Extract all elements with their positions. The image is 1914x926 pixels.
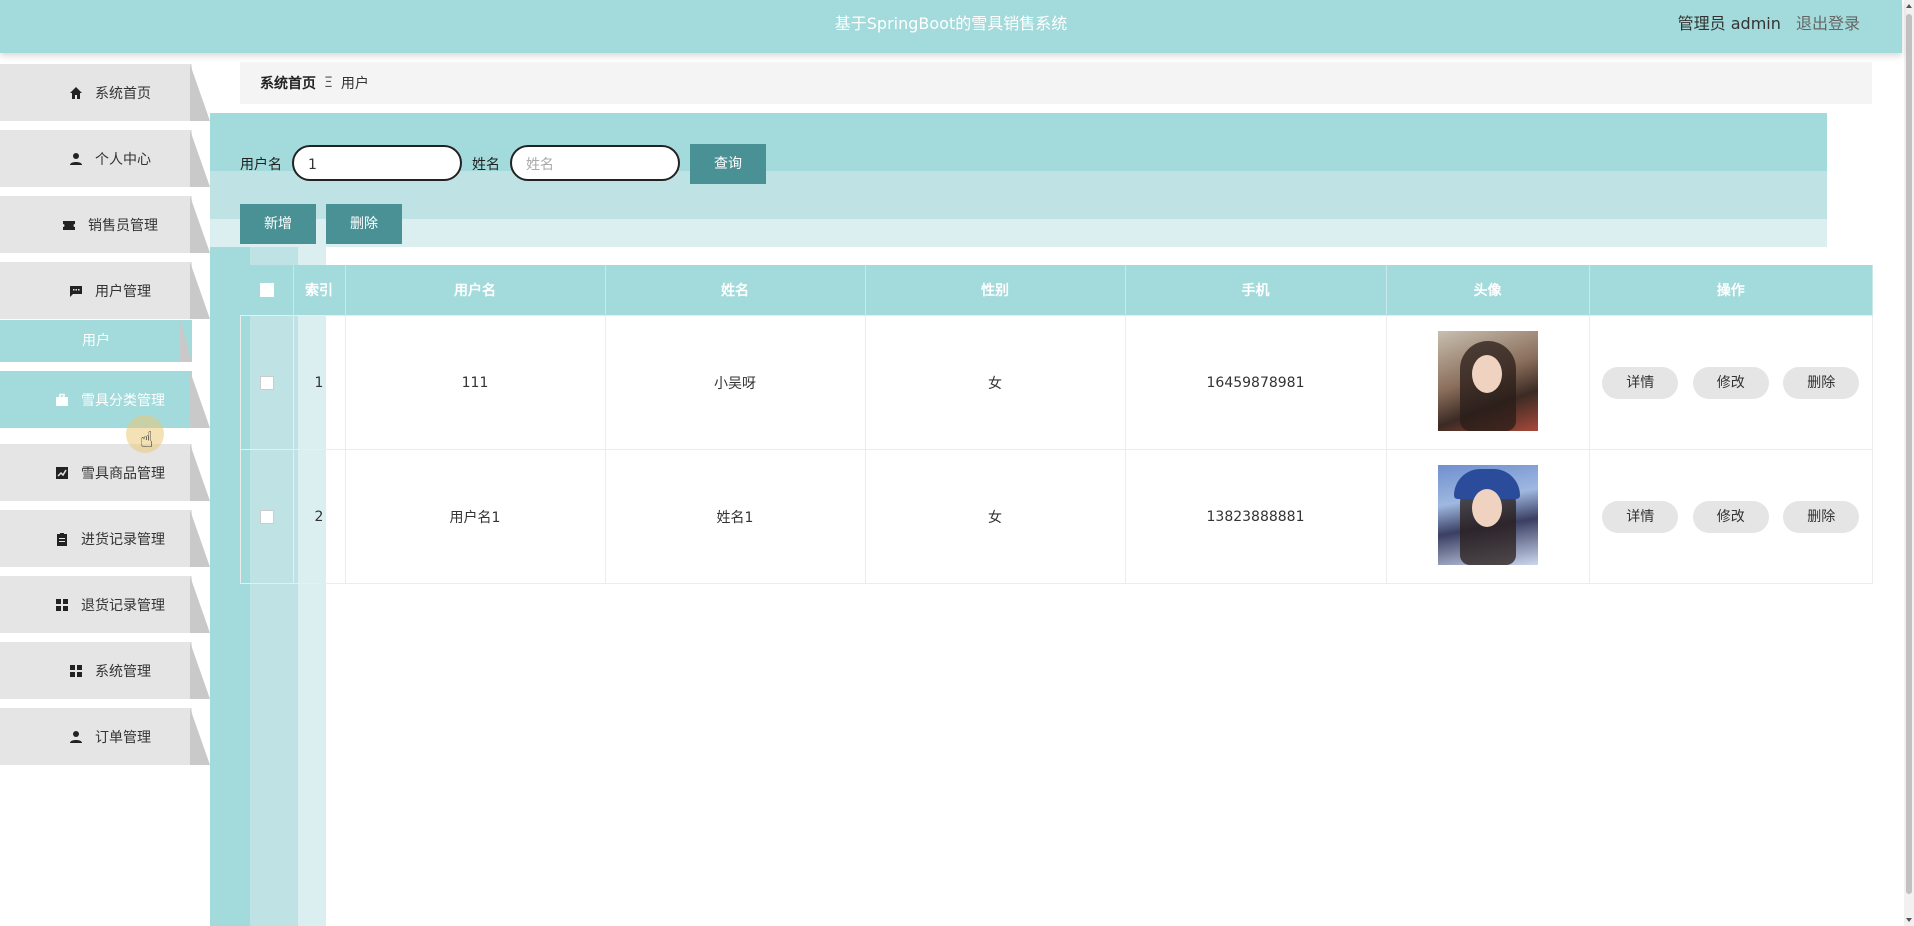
- row-delete-button[interactable]: 删除: [1783, 500, 1860, 533]
- user-table: 索引 用户名 姓名 性别 手机 头像 操作 1 111 小吴呀 女 164598…: [240, 265, 1873, 584]
- sidebar-item-label: 系统首页: [95, 85, 151, 102]
- chat-icon: [70, 285, 82, 297]
- sidebar-item-label: 雪具分类管理: [81, 392, 165, 409]
- cell-gender: 女: [864, 449, 1126, 584]
- scroll-up-arrow-icon[interactable]: [1906, 4, 1912, 8]
- sidebar-item-label: 销售员管理: [88, 217, 158, 234]
- detail-button[interactable]: 详情: [1602, 500, 1679, 533]
- sidebar-item-purchase[interactable]: 进货记录管理: [0, 510, 210, 567]
- breadcrumb-current: 用户: [340, 76, 369, 92]
- vertical-scrollbar[interactable]: [1904, 0, 1914, 926]
- top-bar: 基于SpringBoot的雪具销售系统 管理员 admin 退出登录: [0, 0, 1902, 53]
- clipboard-icon: [57, 532, 67, 546]
- sidebar-item-products[interactable]: 雪具商品管理: [0, 444, 210, 501]
- sidebar-item-profile[interactable]: 个人中心: [0, 130, 210, 187]
- briefcase-icon: [56, 393, 68, 406]
- column-header: 索引: [293, 265, 346, 316]
- scroll-down-arrow-icon[interactable]: [1906, 918, 1912, 922]
- sidebar-item-category[interactable]: 雪具分类管理: [0, 371, 210, 428]
- logout-link[interactable]: 退出登录: [1796, 14, 1860, 33]
- sidebar-item-sales[interactable]: 销售员管理: [0, 196, 210, 253]
- row-checkbox[interactable]: [259, 375, 274, 390]
- cell-index: 1: [292, 315, 346, 450]
- search-panel: [210, 113, 1827, 247]
- grid-icon: [70, 664, 82, 677]
- edit-button[interactable]: 修改: [1692, 366, 1769, 399]
- sidebar-item-home[interactable]: 系统首页: [0, 64, 210, 121]
- grid-icon: [56, 598, 68, 611]
- sidebar: 系统首页 个人中心 销售员管理 用户管理 用户 雪具分类管理 雪具商品管理 进货…: [0, 53, 210, 926]
- edit-button[interactable]: 修改: [1692, 500, 1769, 533]
- row-checkbox[interactable]: [259, 509, 274, 524]
- user-label: 管理员 admin: [1677, 14, 1781, 33]
- table-row: 2 用户名1 姓名1 女 13823888881 详情 修改 删除: [240, 449, 1873, 584]
- avatar: [1437, 330, 1538, 431]
- column-header: 操作: [1589, 265, 1873, 316]
- sidebar-item-system[interactable]: 系统管理: [0, 642, 210, 699]
- cell-name: 小吴呀: [604, 315, 866, 450]
- cell-gender: 女: [864, 315, 1126, 450]
- column-header: 用户名: [345, 265, 606, 316]
- breadcrumb: 系统首页 Ξ 用户: [240, 62, 1872, 104]
- scrollbar-thumb[interactable]: [1906, 14, 1912, 894]
- cell-phone: 16459878981: [1124, 315, 1387, 450]
- select-all-header[interactable]: [240, 265, 294, 316]
- sidebar-item-label: 雪具商品管理: [81, 465, 165, 482]
- avatar: [1437, 464, 1538, 565]
- column-header: 性别: [865, 265, 1126, 316]
- cell-username: 用户名1: [344, 449, 606, 584]
- cell-index: 2: [292, 449, 346, 584]
- sidebar-item-label: 订单管理: [95, 729, 151, 746]
- column-header: 姓名: [605, 265, 866, 316]
- sidebar-subitem-user[interactable]: 用户: [0, 320, 192, 362]
- add-button[interactable]: 新增: [240, 204, 316, 244]
- sidebar-item-label: 系统管理: [95, 663, 151, 680]
- sidebar-item-label: 个人中心: [95, 151, 151, 168]
- sidebar-item-label: 退货记录管理: [81, 597, 165, 614]
- hand-cursor-icon: ☝: [140, 428, 154, 453]
- sidebar-item-label: 用户管理: [95, 283, 151, 300]
- person-icon: [70, 730, 82, 743]
- sidebar-item-orders[interactable]: 订单管理: [0, 708, 210, 765]
- home-icon: [70, 86, 82, 99]
- sidebar-item-label: 进货记录管理: [81, 531, 165, 548]
- cell-username: 111: [344, 315, 606, 450]
- delete-button[interactable]: 删除: [326, 204, 402, 244]
- row-delete-button[interactable]: 删除: [1783, 366, 1860, 399]
- username-input[interactable]: 1: [292, 145, 462, 181]
- ticket-icon: [63, 220, 75, 230]
- column-header: 头像: [1386, 265, 1590, 316]
- table-header-row: 索引 用户名 姓名 性别 手机 头像 操作: [240, 265, 1873, 316]
- app-title: 基于SpringBoot的雪具销售系统: [834, 14, 1068, 33]
- sidebar-item-returns[interactable]: 退货记录管理: [0, 576, 210, 633]
- query-button[interactable]: 查询: [690, 144, 766, 184]
- person-icon: [70, 152, 82, 165]
- user-area: 管理员 admin 退出登录: [1678, 0, 1860, 48]
- cell-name: 姓名1: [604, 449, 866, 584]
- chart-icon: [56, 466, 68, 479]
- select-all-checkbox[interactable]: [259, 283, 274, 297]
- breadcrumb-home[interactable]: 系统首页: [260, 73, 316, 93]
- username-label: 用户名: [240, 157, 282, 173]
- cell-phone: 13823888881: [1124, 449, 1387, 584]
- name-input[interactable]: 姓名: [510, 145, 680, 181]
- column-header: 手机: [1125, 265, 1387, 316]
- table-row: 1 111 小吴呀 女 16459878981 详情 修改 删除: [240, 315, 1873, 450]
- detail-button[interactable]: 详情: [1602, 366, 1679, 399]
- breadcrumb-separator-icon: Ξ: [324, 75, 333, 91]
- sidebar-item-users[interactable]: 用户管理: [0, 262, 210, 319]
- name-label: 姓名: [472, 157, 500, 173]
